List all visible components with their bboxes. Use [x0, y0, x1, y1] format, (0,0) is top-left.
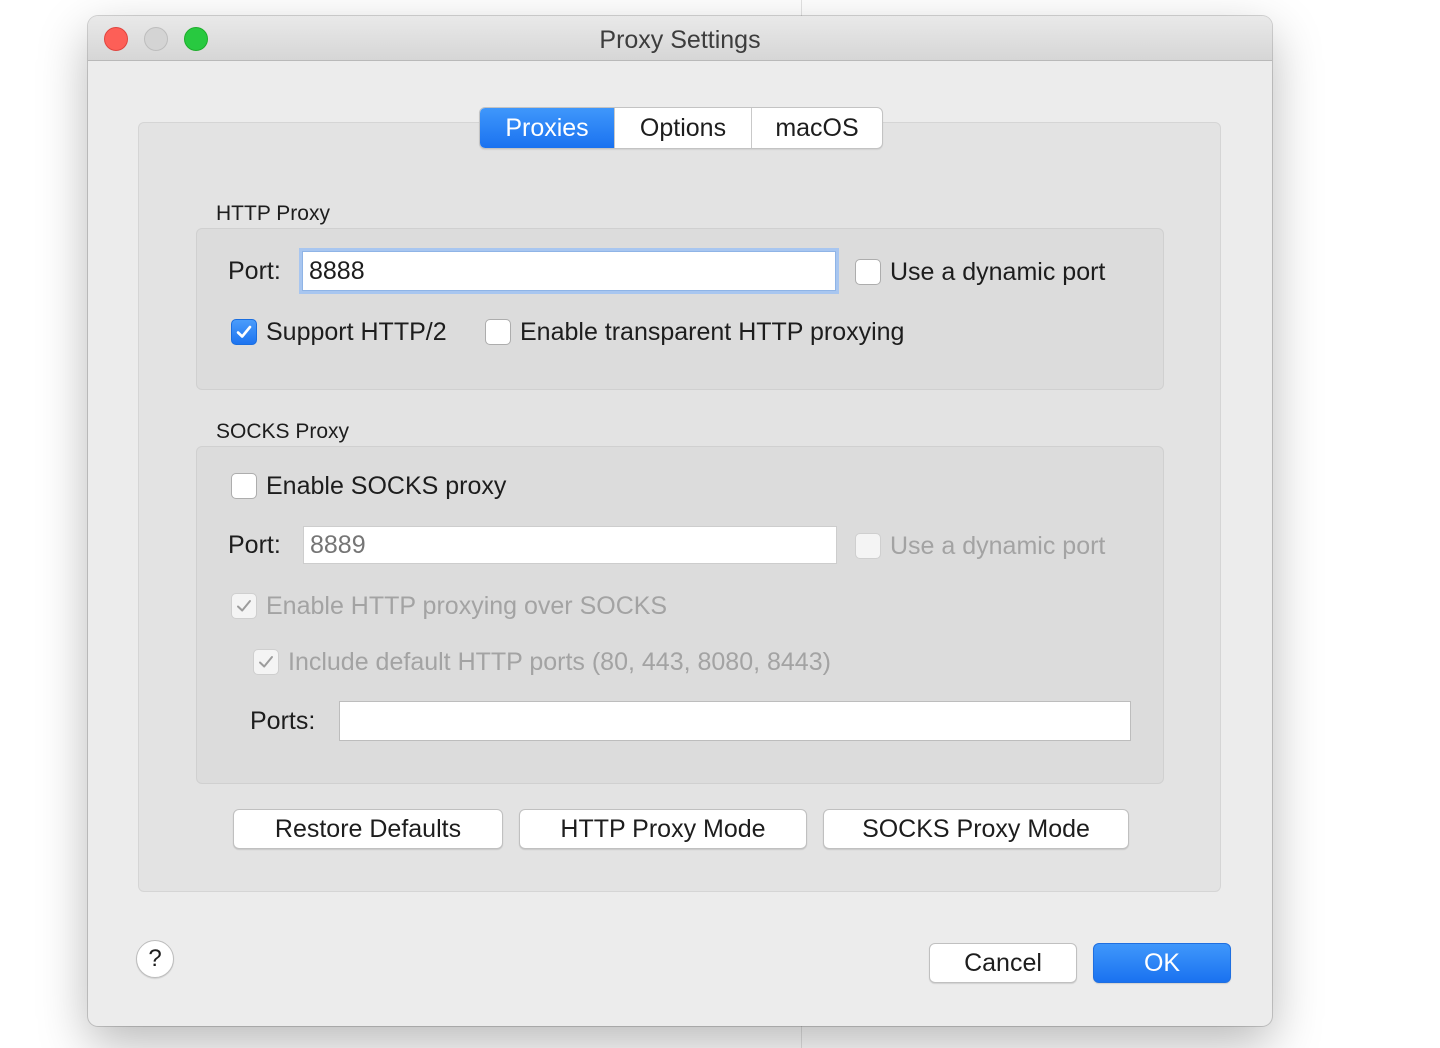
help-button[interactable]: ? [136, 940, 174, 978]
include-default-ports-label: Include default HTTP ports (80, 443, 808… [288, 648, 831, 676]
proxy-settings-window: Proxy Settings Proxies Options macOS HTT… [88, 16, 1272, 1026]
checkmark-icon [259, 656, 273, 668]
socks-ports-input[interactable] [339, 701, 1131, 741]
http-proxy-section-label: HTTP Proxy [216, 202, 330, 225]
checkmark-icon [237, 600, 251, 612]
ok-button[interactable]: OK [1093, 943, 1231, 983]
checkmark-icon [236, 325, 252, 338]
restore-defaults-button[interactable]: Restore Defaults [233, 809, 503, 849]
socks-proxy-section-label: SOCKS Proxy [216, 420, 350, 443]
window-title: Proxy Settings [599, 26, 761, 54]
tab-macos[interactable]: macOS [752, 108, 882, 148]
http-over-socks-label: Enable HTTP proxying over SOCKS [266, 592, 668, 620]
http-dynamic-port-label[interactable]: Use a dynamic port [890, 258, 1105, 287]
http-proxy-mode-button[interactable]: HTTP Proxy Mode [519, 809, 807, 849]
socks-proxy-mode-button[interactable]: SOCKS Proxy Mode [823, 809, 1129, 849]
http-over-socks-checkbox [231, 593, 257, 619]
cancel-button[interactable]: Cancel [929, 943, 1077, 983]
http-dynamic-port-checkbox[interactable] [855, 259, 881, 285]
transparent-proxying-label[interactable]: Enable transparent HTTP proxying [520, 318, 904, 347]
enable-socks-checkbox[interactable] [231, 473, 257, 499]
support-http2-label[interactable]: Support HTTP/2 [266, 318, 447, 347]
tab-options[interactable]: Options [615, 108, 752, 148]
http-port-input[interactable] [302, 251, 836, 291]
support-http2-checkbox[interactable] [231, 319, 257, 345]
enable-socks-label[interactable]: Enable SOCKS proxy [266, 472, 506, 501]
socks-ports-label: Ports: [250, 707, 316, 735]
http-port-label: Port: [228, 257, 281, 285]
socks-dynamic-port-label: Use a dynamic port [890, 532, 1106, 560]
title-bar[interactable]: Proxy Settings [88, 16, 1272, 61]
socks-port-label: Port: [228, 531, 281, 559]
tab-bar: Proxies Options macOS [479, 107, 883, 149]
include-default-ports-checkbox [253, 649, 279, 675]
socks-dynamic-port-checkbox [855, 533, 881, 559]
socks-port-input [303, 526, 837, 564]
tab-proxies[interactable]: Proxies [480, 108, 615, 148]
transparent-proxying-checkbox[interactable] [485, 319, 511, 345]
